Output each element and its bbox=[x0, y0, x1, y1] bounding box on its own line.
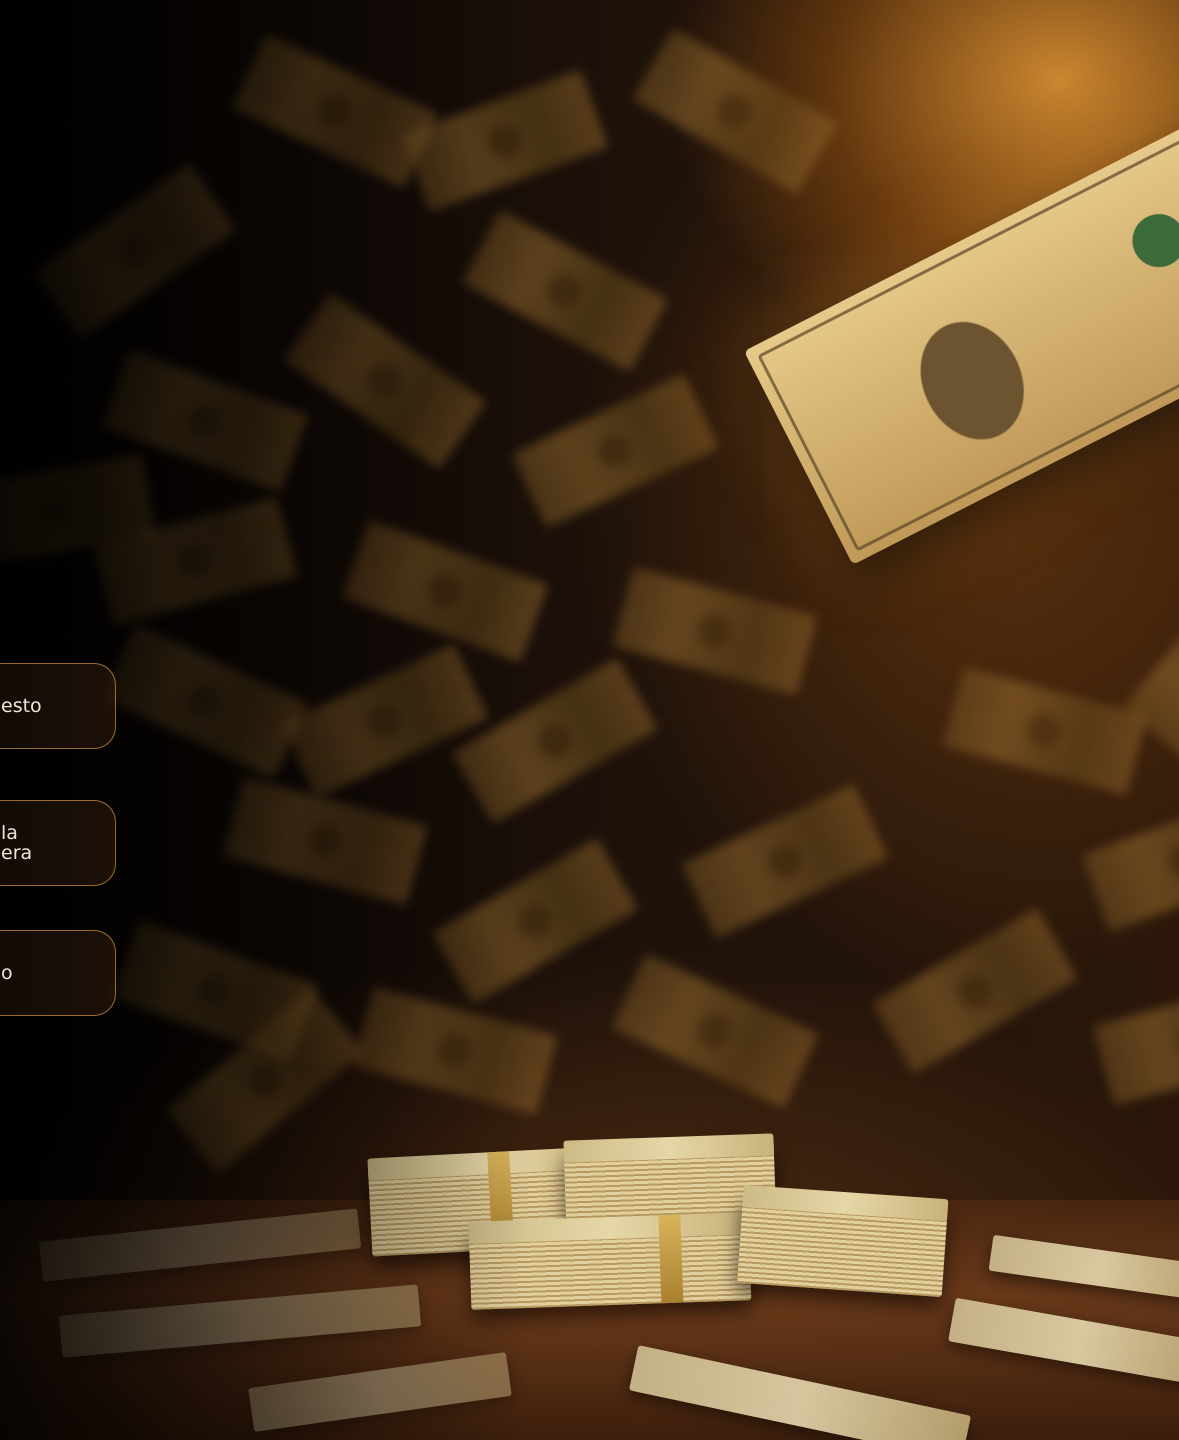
menu-button-2-line-2: era bbox=[1, 842, 33, 864]
menu-button-1[interactable]: esto bbox=[0, 663, 116, 749]
floating-bill bbox=[101, 623, 309, 779]
menu-button-2-line-1: la bbox=[1, 822, 18, 844]
menu-button-3[interactable]: o bbox=[0, 930, 116, 1016]
floating-bill bbox=[281, 643, 489, 799]
floating-bill bbox=[33, 162, 237, 340]
floating-bill bbox=[632, 27, 838, 195]
floating-bill bbox=[511, 373, 719, 529]
floating-bill bbox=[872, 907, 1078, 1075]
floating-bill bbox=[461, 210, 669, 372]
floating-bill bbox=[231, 33, 439, 189]
floating-bill bbox=[1081, 789, 1179, 933]
background-scene: esto la era o bbox=[0, 0, 1179, 1440]
menu-button-3-label: o bbox=[1, 962, 13, 984]
cash-stack bbox=[468, 1212, 752, 1310]
menu-button-1-label: esto bbox=[1, 695, 42, 717]
floating-bill bbox=[401, 69, 609, 213]
menu-button-2[interactable]: la era bbox=[0, 800, 116, 886]
floating-bill bbox=[681, 783, 889, 939]
floating-bill bbox=[452, 657, 658, 825]
floating-bill bbox=[432, 837, 638, 1005]
floating-bill bbox=[283, 292, 487, 470]
floating-bill bbox=[611, 953, 819, 1109]
floating-bill bbox=[352, 986, 558, 1116]
floating-bill bbox=[341, 519, 549, 663]
floating-bill bbox=[1092, 976, 1179, 1106]
hundred-dollar-bill bbox=[743, 115, 1179, 565]
floating-bill bbox=[942, 666, 1148, 796]
cash-stack bbox=[737, 1184, 949, 1298]
menu-button-2-label: la era bbox=[1, 823, 32, 863]
floating-bill bbox=[222, 776, 428, 906]
floating-bill bbox=[612, 566, 818, 696]
